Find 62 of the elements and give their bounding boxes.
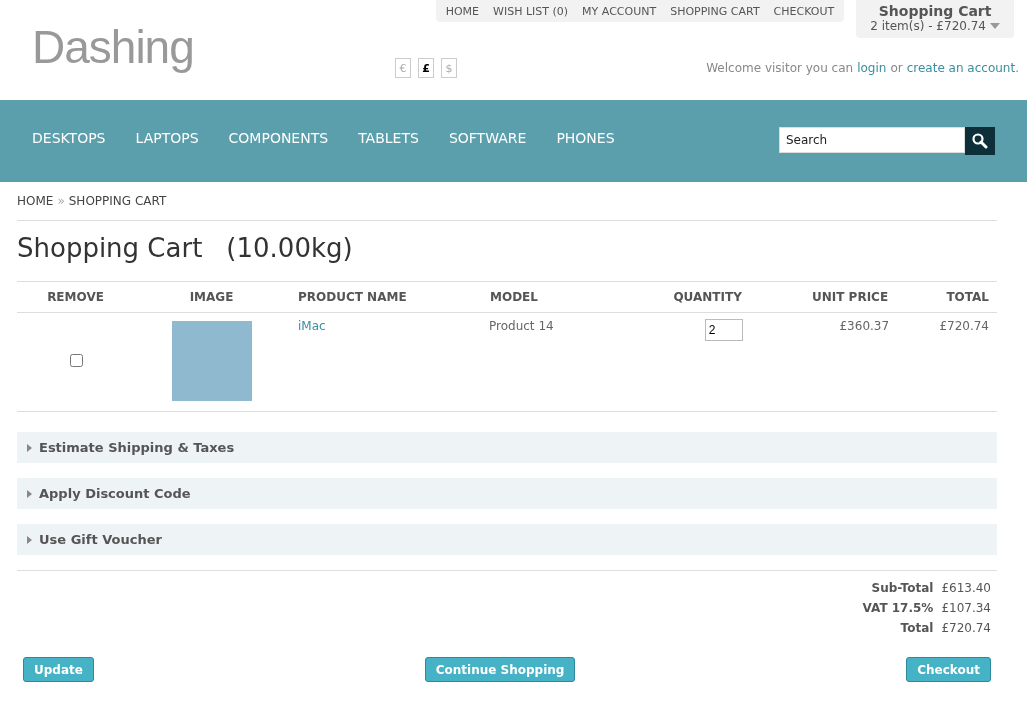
page-heading: Shopping Cart	[17, 233, 203, 263]
or-text: or	[890, 61, 903, 75]
currency-button[interactable]: $	[441, 58, 457, 78]
period-text: .	[1015, 61, 1019, 75]
currency-button[interactable]: £	[418, 58, 434, 78]
nav-link[interactable]: LAPTOPS	[135, 130, 199, 146]
action-button[interactable]: Checkout	[906, 657, 991, 682]
remove-checkbox[interactable]	[69, 353, 83, 367]
collapsible-section-header[interactable]: Estimate Shipping & Taxes	[17, 432, 997, 463]
nav-link[interactable]: COMPONENTS	[228, 130, 329, 146]
quantity-field[interactable]: 2	[704, 319, 743, 341]
section-title: Estimate Shipping & Taxes	[39, 440, 235, 455]
column-header: PRODUCT NAME	[290, 281, 489, 313]
top-link[interactable]: CHECKOUT	[773, 4, 835, 18]
total-value: £613.40	[941, 581, 991, 595]
caret-icon	[990, 23, 1000, 29]
collapsible-section-header[interactable]: Apply Discount Code	[17, 478, 997, 509]
top-link[interactable]: MY ACCOUNT	[582, 4, 657, 18]
column-header: IMAGE	[134, 281, 290, 313]
table-cell: £360.37	[742, 312, 890, 412]
search-field[interactable]: Search	[779, 127, 965, 153]
nav-link[interactable]: DESKTOPS	[32, 130, 106, 146]
column-header: REMOVE	[17, 281, 134, 313]
total-label: Total	[900, 621, 934, 635]
breadcrumb-separator: »	[57, 194, 65, 208]
caret-icon	[27, 535, 33, 544]
column-header: QUANTITY	[611, 281, 743, 313]
total-label: Sub-Total	[871, 581, 934, 595]
column-header: TOTAL	[889, 281, 997, 313]
cart-title: Shopping Cart	[877, 3, 993, 19]
column-header: MODEL	[489, 281, 611, 313]
product-link[interactable]: iMac	[298, 319, 326, 333]
section-title: Use Gift Voucher	[39, 532, 162, 547]
logo[interactable]: Dashing	[32, 20, 194, 72]
table-cell: Product 14	[489, 312, 611, 412]
login-link[interactable]: login	[857, 61, 887, 75]
caret-icon	[27, 489, 33, 498]
cart-weight: (10.00kg)	[226, 233, 353, 263]
total-value: £107.34	[941, 601, 991, 615]
nav-link[interactable]: TABLETS	[358, 130, 419, 146]
collapsible-section-header[interactable]: Use Gift Voucher	[17, 524, 997, 555]
caret-icon	[27, 443, 33, 452]
currency-button[interactable]: €	[395, 58, 411, 78]
action-button[interactable]: Continue Shopping	[424, 657, 576, 682]
column-header: UNIT PRICE	[742, 281, 890, 313]
nav-link[interactable]: PHONES	[556, 130, 615, 146]
search-icon	[972, 133, 988, 149]
section-title: Apply Discount Code	[39, 486, 191, 501]
top-link[interactable]: SHOPPING CART	[670, 4, 760, 18]
cart-total: 2 item(s) - £720.74	[870, 19, 986, 33]
welcome-text: Welcome visitor you can	[706, 61, 854, 75]
top-link[interactable]: WISH LIST (0)	[493, 4, 569, 18]
breadcrumb-link[interactable]: SHOPPING CART	[68, 194, 167, 208]
cart-summary[interactable]: Shopping Cart 2 item(s) - £720.74	[856, 0, 1014, 38]
total-label: VAT 17.5%	[862, 601, 934, 615]
nav-link[interactable]: SOFTWARE	[448, 130, 527, 146]
table-cell: £720.74	[889, 312, 997, 412]
search-button[interactable]	[965, 127, 995, 155]
action-button[interactable]: Update	[23, 657, 94, 682]
total-value: £720.74	[941, 621, 991, 635]
top-link[interactable]: HOME	[445, 4, 480, 18]
breadcrumb-link[interactable]: HOME	[17, 194, 54, 208]
